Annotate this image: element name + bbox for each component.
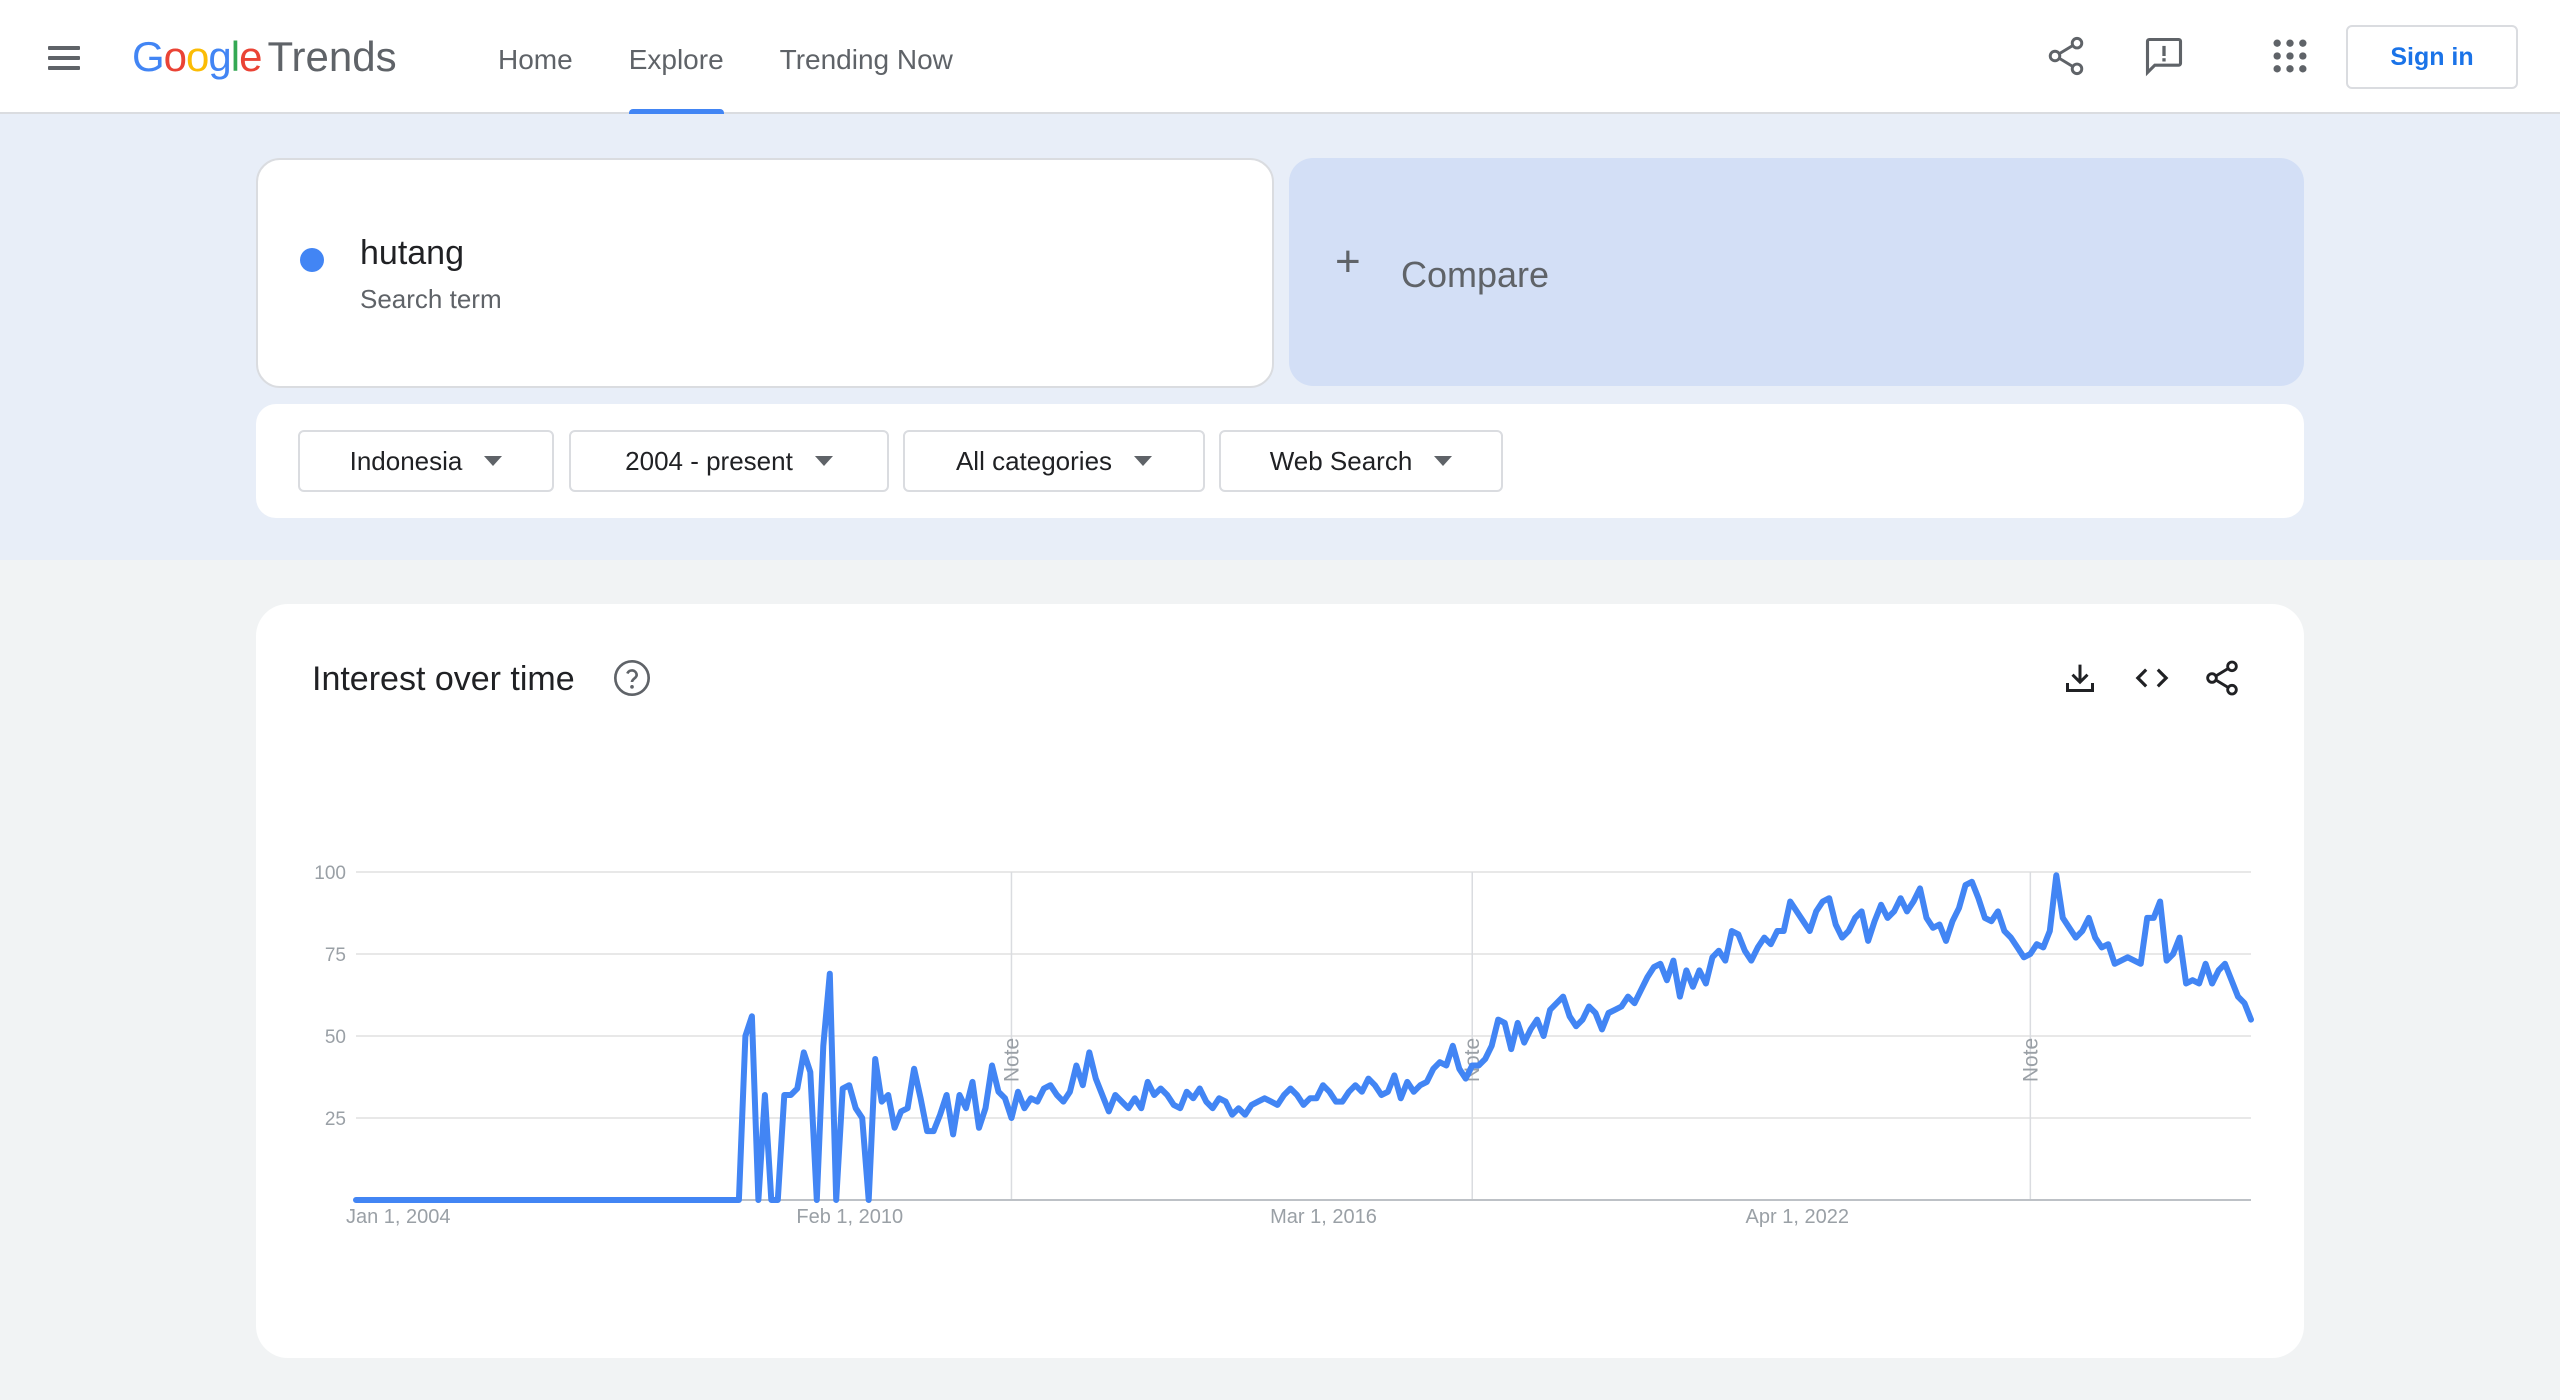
note-label: Note: [1000, 1038, 1023, 1082]
note-label: Note: [2019, 1038, 2042, 1082]
top-bar: Google Trends Home Explore Trending Now S…: [0, 0, 2560, 116]
region-value: Indonesia: [349, 445, 463, 476]
time-range-value: 2004 - present: [625, 445, 793, 476]
term-color-dot: [300, 248, 324, 272]
y-tick-label: 75: [325, 945, 346, 966]
caret-down-icon: [814, 456, 833, 466]
compare-button[interactable]: + Compare: [1289, 158, 2304, 386]
y-tick-label: 100: [314, 863, 346, 884]
nav-trending-now[interactable]: Trending Now: [752, 0, 981, 114]
x-tick-label: Apr 1, 2022: [1746, 1206, 1849, 1228]
feedback-icon[interactable]: [2142, 34, 2186, 78]
compare-label: Compare: [1401, 254, 1550, 295]
sign-in-button[interactable]: Sign in: [2346, 25, 2518, 89]
apps-icon[interactable]: [2268, 34, 2312, 78]
category-dropdown[interactable]: All categories: [903, 430, 1205, 492]
caret-down-icon: [1134, 456, 1153, 466]
menu-icon[interactable]: [44, 42, 84, 74]
search-property-dropdown[interactable]: Web Search: [1219, 430, 1503, 492]
y-tick-label: 50: [325, 1027, 346, 1048]
nav-explore[interactable]: Explore: [601, 0, 752, 116]
time-range-dropdown[interactable]: 2004 - present: [569, 430, 889, 492]
caret-down-icon: [1434, 456, 1453, 466]
search-term-name[interactable]: hutang: [360, 234, 464, 273]
plus-icon: +: [1335, 237, 1361, 286]
x-tick-label: Feb 1, 2010: [796, 1206, 903, 1228]
category-value: All categories: [955, 445, 1113, 476]
x-tick-label: Mar 1, 2016: [1270, 1206, 1377, 1228]
nav-home[interactable]: Home: [470, 0, 601, 114]
interest-line-chart: 100755025Note Note NoteJan 1, 2004 Feb 1, 2…: [314, 863, 2254, 1228]
x-tick-label: Jan 1, 2004: [346, 1206, 451, 1228]
search-property-value: Web Search: [1269, 445, 1413, 476]
search-term-card[interactable]: hutang Search term: [256, 158, 1274, 388]
series-line-hutang: [353, 872, 2254, 1203]
search-term-type: Search term: [360, 284, 502, 314]
main-nav: Home Explore Trending Now: [470, 0, 981, 116]
share-icon[interactable]: [2044, 34, 2088, 78]
filter-bar: Indonesia 2004 - present All categories …: [256, 404, 2304, 518]
y-tick-label: 25: [325, 1109, 346, 1130]
region-dropdown[interactable]: Indonesia: [298, 430, 554, 492]
google-trends-logo[interactable]: Google Trends: [132, 33, 397, 81]
interest-over-time-card: Interest over time 100 75 50 25 Note Note Note…: [256, 604, 2304, 1358]
caret-down-icon: [484, 456, 503, 466]
